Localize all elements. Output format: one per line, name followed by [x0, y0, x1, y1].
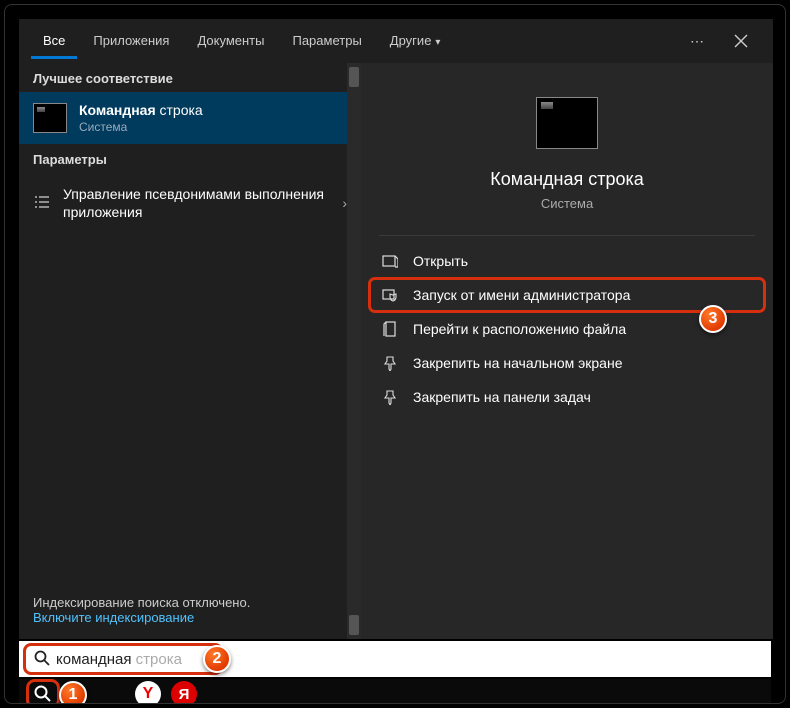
search-icon: [34, 650, 50, 669]
tab-more[interactable]: Другие▾: [378, 23, 453, 59]
search-typed-text: командная строка: [56, 651, 182, 668]
folder-icon: [381, 321, 399, 337]
yandex-icon[interactable]: Я: [171, 681, 197, 704]
settings-alias-management[interactable]: Управление псевдонимами выполнения прило…: [19, 173, 361, 233]
annotation-badge-3: 3: [699, 305, 727, 333]
action-pin-taskbar[interactable]: Закрепить на панели задач: [369, 380, 765, 414]
result-title: Командная строка: [79, 102, 347, 118]
tab-settings[interactable]: Параметры: [280, 23, 373, 59]
search-input[interactable]: командная строка: [23, 643, 223, 675]
chevron-down-icon: ▾: [435, 37, 440, 48]
tab-bar: Все Приложения Документы Параметры Други…: [19, 19, 773, 63]
action-pin-start[interactable]: Закрепить на начальном экране: [369, 346, 765, 380]
cmd-icon: [33, 103, 67, 133]
pin-start-icon: [381, 355, 399, 371]
pin-taskbar-icon: [381, 389, 399, 405]
section-settings: Параметры: [19, 144, 361, 173]
close-button[interactable]: [721, 21, 761, 61]
results-panel: Лучшее соответствие Командная строка Сис…: [19, 63, 361, 639]
enable-indexing-link[interactable]: Включите индексирование: [33, 610, 194, 625]
preview-cmd-icon: [536, 97, 598, 149]
annotation-badge-2: 2: [203, 645, 231, 673]
more-options-button[interactable]: ⋯: [677, 21, 717, 61]
result-command-prompt[interactable]: Командная строка Система: [19, 92, 361, 144]
taskbar-search-button[interactable]: [29, 682, 57, 704]
indexing-notice: Индексирование поиска отключено. Включит…: [19, 585, 361, 639]
tab-apps[interactable]: Приложения: [81, 23, 181, 59]
section-best-match: Лучшее соответствие: [19, 63, 361, 92]
tab-documents[interactable]: Документы: [185, 23, 276, 59]
action-open[interactable]: Открыть: [369, 244, 765, 278]
tab-all[interactable]: Все: [31, 23, 77, 59]
search-window: Все Приложения Документы Параметры Други…: [19, 19, 773, 639]
annotation-badge-1: 1: [59, 681, 87, 704]
shield-admin-icon: [381, 287, 399, 303]
preview-subtitle: Система: [361, 196, 773, 211]
scrollbar[interactable]: [347, 63, 361, 639]
preview-title: Командная строка: [361, 169, 773, 190]
taskbar: Y Я: [19, 679, 771, 704]
list-icon: [33, 193, 51, 214]
open-icon: [381, 253, 399, 269]
preview-panel: Командная строка Система Открыть Запуск …: [361, 63, 773, 639]
yandex-browser-icon[interactable]: Y: [135, 681, 161, 704]
result-subtitle: Система: [79, 120, 347, 134]
